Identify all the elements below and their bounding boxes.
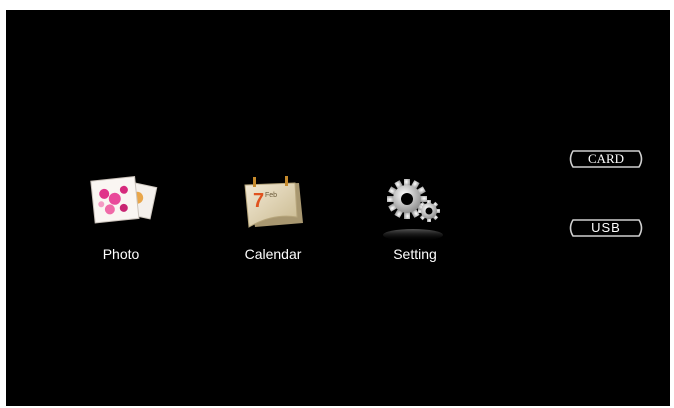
calendar-icon-day: 7 — [253, 190, 264, 212]
main-menu-screen: Photo 7 Feb Calendar Setting CARD USB — [6, 10, 670, 406]
photo-icon — [66, 173, 176, 243]
menu-item-calendar[interactable]: 7 Feb Calendar — [218, 173, 328, 273]
gear-icon — [360, 173, 470, 243]
card-button[interactable]: CARD — [567, 150, 645, 168]
menu-item-setting[interactable]: Setting — [360, 173, 470, 273]
menu-item-label: Calendar — [244, 246, 302, 262]
usb-button[interactable]: USB — [567, 219, 645, 237]
calendar-icon: 7 Feb — [218, 173, 328, 243]
menu-item-label: Setting — [393, 246, 437, 262]
menu-item-label: Photo — [102, 246, 140, 262]
calendar-icon-month: Feb — [265, 192, 277, 199]
usb-button-label: USB — [591, 220, 621, 235]
card-button-label: CARD — [587, 151, 625, 166]
menu-item-photo[interactable]: Photo — [66, 173, 176, 273]
